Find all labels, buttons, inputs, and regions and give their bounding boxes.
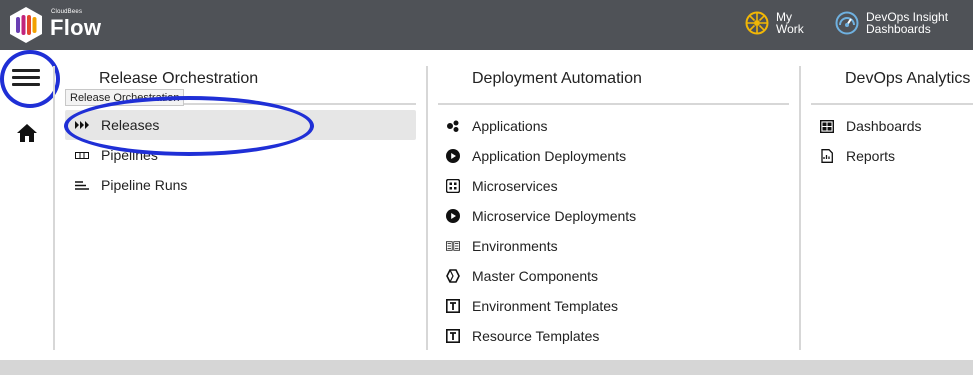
menu-item-master-components[interactable]: Master Components [446, 261, 598, 291]
menu-item-environment-templates[interactable]: Environment Templates [446, 291, 618, 321]
microservices-icon [446, 179, 460, 193]
menu-item-label: Microservices [472, 178, 558, 194]
dashboards-icon [820, 119, 834, 133]
deployment-automation-title: Deployment Automation [472, 70, 642, 87]
release-orchestration-title: Release Orchestration [99, 70, 259, 87]
section-rule [438, 103, 789, 105]
cloudbees-logo-icon[interactable] [8, 6, 44, 44]
speedometer-icon [835, 11, 859, 35]
column-divider [53, 66, 55, 350]
menu-item-label: Pipeline Runs [101, 177, 188, 193]
my-work-button[interactable]: My Work [745, 11, 804, 35]
menu-item-resource-templates[interactable]: Resource Templates [446, 321, 599, 351]
play-icon [446, 149, 460, 163]
menu-item-microservice-deployments[interactable]: Microservice Deployments [446, 201, 636, 231]
menu-item-dashboards[interactable]: Dashboards [820, 111, 922, 141]
my-work-label-line2: Work [776, 22, 804, 36]
devops-insight-dashboards-button[interactable]: DevOps Insight Dashboards [835, 11, 948, 35]
template-icon [446, 299, 460, 313]
menu-item-pipelines[interactable]: Pipelines [65, 140, 158, 170]
menu-item-label: Resource Templates [472, 328, 600, 344]
menu-item-applications[interactable]: Applications [446, 111, 548, 141]
brand-product-name: Flow [50, 15, 102, 40]
home-icon[interactable] [16, 122, 38, 144]
pipeline-runs-icon [75, 178, 89, 192]
menu-item-label: Pipelines [101, 147, 158, 163]
play-icon [446, 209, 460, 223]
top-header-bar: CloudBees Flow My Work DevOps Insight Da… [0, 0, 973, 50]
menu-item-label: Dashboards [846, 118, 922, 134]
master-components-icon [446, 269, 460, 283]
menu-item-label: Microservice Deployments [472, 208, 637, 224]
releases-icon [75, 118, 89, 132]
footer-bar [0, 360, 973, 375]
environments-icon [446, 239, 460, 253]
menu-item-label: Environment Templates [472, 298, 619, 314]
column-divider [799, 66, 801, 350]
menu-item-label: Applications [472, 118, 548, 134]
devops-label-line2: Dashboards [866, 22, 931, 36]
menu-item-label: Environments [472, 238, 558, 254]
column-divider [426, 66, 428, 350]
menu-item-releases[interactable]: Releases [65, 110, 416, 140]
applications-icon [446, 119, 460, 133]
hamburger-menu-icon[interactable] [10, 65, 42, 91]
reports-icon [820, 149, 834, 163]
tooltip: Release Orchestration [65, 89, 185, 106]
menu-item-label: Releases [101, 117, 160, 133]
menu-item-reports[interactable]: Reports [820, 141, 895, 171]
menu-item-label: Master Components [472, 268, 599, 284]
menu-item-application-deployments[interactable]: Application Deployments [446, 141, 626, 171]
menu-item-label: Application Deployments [472, 148, 627, 164]
my-work-icon [745, 11, 769, 35]
menu-item-pipeline-runs[interactable]: Pipeline Runs [65, 170, 187, 200]
menu-item-environments[interactable]: Environments [446, 231, 558, 261]
template-icon [446, 329, 460, 343]
pipelines-icon [75, 148, 89, 162]
devops-analytics-title: DevOps Analytics [845, 70, 971, 87]
section-rule [811, 103, 973, 105]
left-rail [0, 50, 54, 350]
menu-item-microservices[interactable]: Microservices [446, 171, 558, 201]
menu-item-label: Reports [846, 148, 896, 164]
